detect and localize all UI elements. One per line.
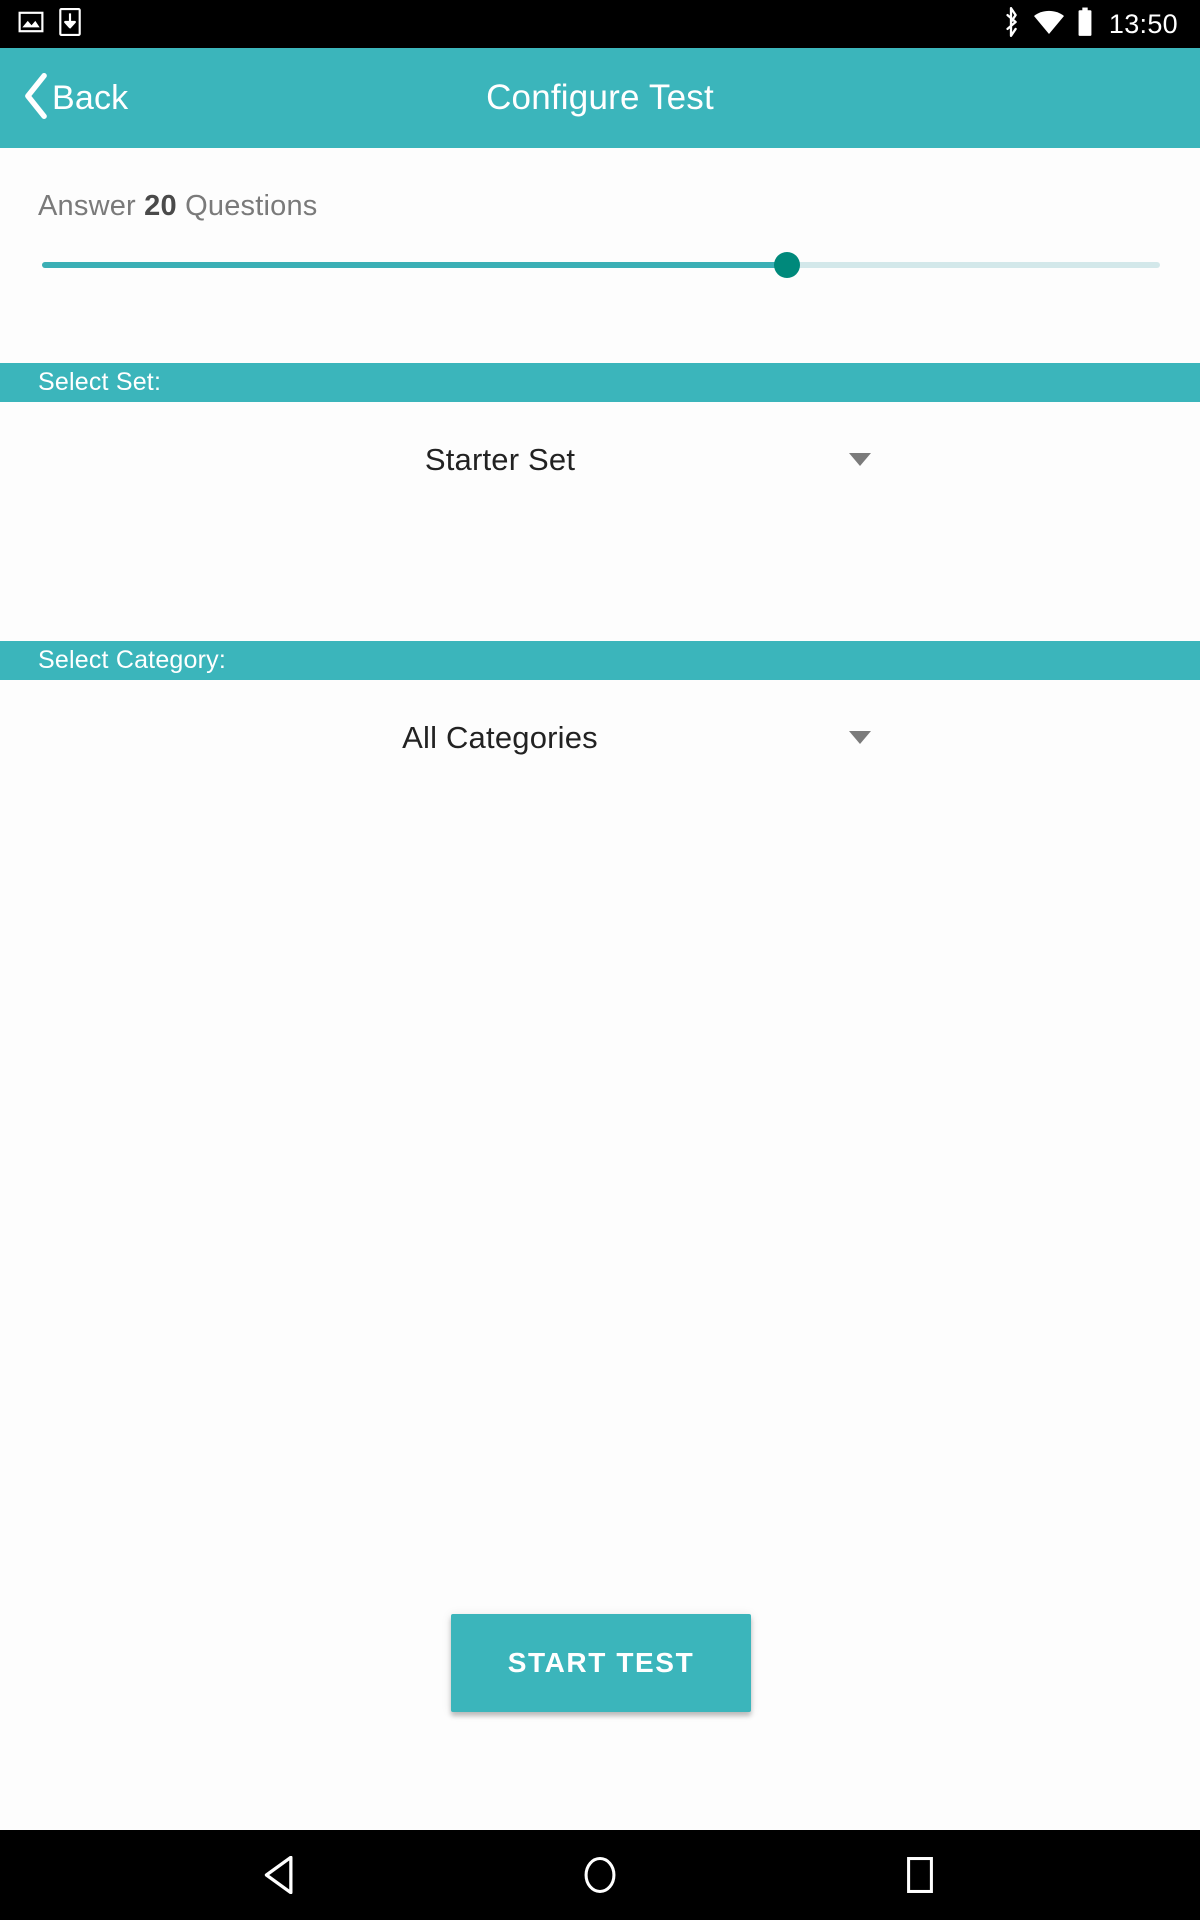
download-icon <box>58 7 82 41</box>
start-test-button[interactable]: START TEST <box>451 1614 751 1712</box>
wifi-icon <box>1033 9 1065 40</box>
system-navigation-bar <box>0 1830 1200 1920</box>
chevron-down-icon[interactable] <box>840 453 880 467</box>
nav-home-circle-icon[interactable] <box>555 1830 645 1920</box>
question-count-suffix: Questions <box>185 190 318 222</box>
back-button-label: Back <box>52 79 129 117</box>
chevron-left-icon <box>22 72 50 124</box>
slider-fill <box>42 262 787 268</box>
question-count-label: Answer 20 Questions <box>38 190 317 223</box>
chevron-down-icon[interactable] <box>840 731 880 745</box>
slider-thumb[interactable] <box>774 252 800 278</box>
set-spinner[interactable]: Starter Set <box>160 425 880 495</box>
category-spinner[interactable]: All Categories <box>160 703 880 773</box>
app-screen: 13:50 Configure Test Back Answer 20 Ques… <box>0 0 1200 1920</box>
status-bar-left-icons <box>18 7 82 41</box>
image-icon <box>18 9 44 40</box>
battery-icon <box>1077 7 1093 42</box>
select-category-header-label: Select Category: <box>38 646 227 674</box>
question-count-prefix: Answer <box>38 190 136 222</box>
status-bar: 13:50 <box>0 0 1200 48</box>
nav-back-triangle-icon[interactable] <box>235 1830 325 1920</box>
nav-recents-square-icon[interactable] <box>875 1830 965 1920</box>
select-category-header: Select Category: <box>0 641 1200 680</box>
app-bar: Configure Test Back <box>0 48 1200 148</box>
select-set-header-label: Select Set: <box>38 368 162 396</box>
set-spinner-value: Starter Set <box>424 442 576 477</box>
status-bar-clock: 13:50 <box>1108 8 1178 39</box>
question-count-slider[interactable] <box>42 250 1160 280</box>
category-spinner-value: All Categories <box>402 720 598 755</box>
back-button[interactable]: Back <box>14 48 142 148</box>
question-count-value: 20 <box>144 190 177 222</box>
status-bar-right-icons: 13:50 <box>1001 6 1178 42</box>
bluetooth-icon <box>1001 6 1021 42</box>
page-title: Configure Test <box>486 78 714 117</box>
select-set-header: Select Set: <box>0 363 1200 402</box>
